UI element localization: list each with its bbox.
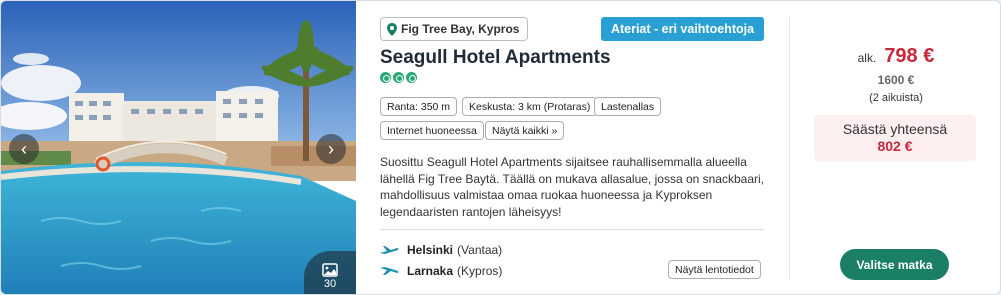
hotel-rating bbox=[380, 72, 417, 83]
gallery-button[interactable]: 30 bbox=[304, 251, 356, 294]
next-photo-button[interactable]: › bbox=[316, 134, 346, 164]
arrival-country: (Kypros) bbox=[457, 264, 503, 278]
price-panel: alk. 798 € 1600 € (2 aikuista) Säästä yh… bbox=[790, 1, 1000, 294]
current-price: 798 € bbox=[884, 45, 935, 67]
departure-city: Helsinki bbox=[407, 243, 454, 257]
rating-icon bbox=[393, 72, 404, 83]
location-label: Fig Tree Bay, Kypros bbox=[401, 22, 520, 36]
hotel-photo-scene bbox=[1, 1, 356, 294]
map-pin-icon bbox=[387, 22, 397, 36]
show-all-features-button[interactable]: Näytä kaikki » bbox=[485, 121, 565, 140]
meal-options-button[interactable]: Ateriat - eri vaihtoehtoja bbox=[601, 17, 764, 41]
rating-icon bbox=[406, 72, 417, 83]
savings-amount: 802 € bbox=[877, 138, 913, 154]
original-price: 1600 € bbox=[877, 73, 915, 87]
previous-photo-button[interactable]: ‹ bbox=[9, 134, 39, 164]
savings-label: Säästä yhteensä bbox=[842, 121, 948, 137]
price-row: alk. 798 € bbox=[790, 45, 1000, 68]
price-travellers: (2 aikuista) bbox=[869, 92, 923, 104]
plane-landing-icon bbox=[380, 267, 399, 275]
tag-internet: Internet huoneessa bbox=[380, 121, 484, 140]
show-flight-details-button[interactable]: Näytä lentotiedot bbox=[668, 260, 761, 279]
hotel-photo[interactable]: ‹ › 30 bbox=[1, 1, 356, 294]
tag-beach-distance: Ranta: 350 m bbox=[380, 97, 458, 116]
image-gallery-icon bbox=[322, 263, 338, 277]
hotel-card: ‹ › 30 Fig Tree Bay, Kypros Ateriat - er… bbox=[0, 0, 1001, 295]
departure-flight: Helsinki (Vantaa) bbox=[380, 243, 502, 257]
hotel-description: Suosittu Seagull Hotel Apartments sijait… bbox=[380, 155, 764, 219]
price-prefix: alk. bbox=[857, 51, 877, 65]
chevron-right-icon: › bbox=[328, 138, 334, 159]
arrival-flight: Larnaka (Kypros) bbox=[380, 264, 502, 278]
divider bbox=[380, 229, 764, 230]
location-chip[interactable]: Fig Tree Bay, Kypros bbox=[380, 17, 529, 41]
tag-kids-pool: Lastenallas bbox=[594, 97, 662, 116]
hotel-name[interactable]: Seagull Hotel Apartments bbox=[380, 47, 611, 69]
plane-takeoff-icon bbox=[380, 246, 399, 254]
savings-box: Säästä yhteensä 802 € bbox=[814, 115, 976, 161]
departure-airport: (Vantaa) bbox=[457, 243, 503, 257]
chevron-left-icon: ‹ bbox=[21, 138, 27, 159]
arrival-city: Larnaka bbox=[407, 264, 454, 278]
tag-center-distance: Keskusta: 3 km (Protaras) bbox=[462, 97, 598, 116]
select-trip-button[interactable]: Valitse matka bbox=[840, 249, 949, 280]
gallery-count: 30 bbox=[323, 278, 337, 290]
rating-icon bbox=[380, 72, 391, 83]
